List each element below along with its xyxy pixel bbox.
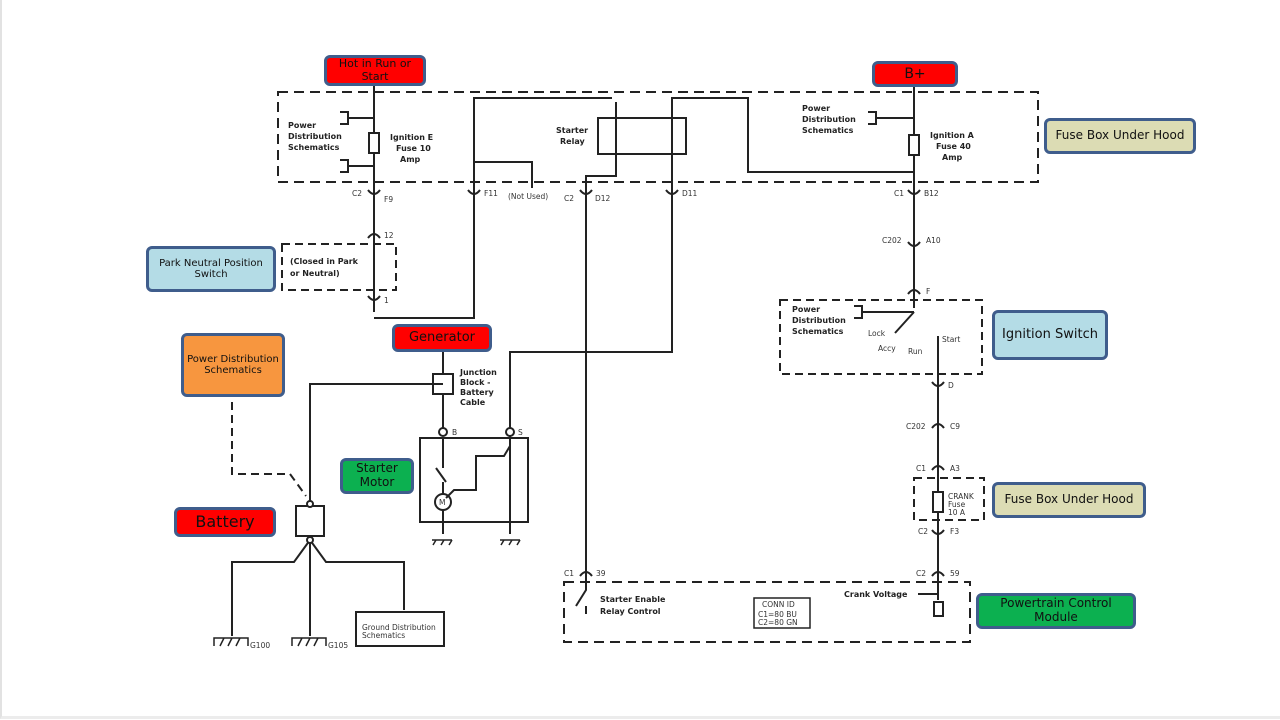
conn-label: D12 bbox=[595, 194, 611, 203]
motor-label: M bbox=[439, 498, 445, 507]
terminal-s-label: S bbox=[518, 428, 523, 437]
fuse-ign-a-icon bbox=[908, 134, 920, 156]
conn-label: A10 bbox=[926, 236, 941, 245]
conn-label: C9 bbox=[950, 422, 960, 431]
callout-power-distribution: Power Distribution Schematics bbox=[181, 333, 285, 397]
accy-label: Accy bbox=[878, 344, 896, 353]
callout-hot-in-run: Hot in Run or Start bbox=[324, 55, 426, 86]
callout-park-neutral: Park Neutral Position Switch bbox=[146, 246, 276, 292]
crank-fuse-icon bbox=[932, 491, 944, 513]
junction-block-label: Cable bbox=[460, 398, 486, 407]
junction-block-label: Block - bbox=[460, 378, 491, 387]
conn-label: F bbox=[926, 287, 930, 296]
pds2-bracket bbox=[868, 111, 914, 125]
run-label: Run bbox=[908, 347, 923, 356]
conn-label: C202 bbox=[906, 422, 926, 431]
conn-label: C1 bbox=[564, 569, 574, 578]
pds2-label: Power bbox=[802, 104, 830, 113]
conn-id-c2: C2=80 GN bbox=[758, 618, 798, 627]
pds3-label: Power bbox=[792, 305, 820, 314]
pds2-label: Schematics bbox=[802, 126, 854, 135]
ground-g105-label: G105 bbox=[328, 641, 348, 650]
conn-label: C2 bbox=[352, 189, 362, 198]
callout-b-plus: B+ bbox=[872, 61, 958, 87]
conn-label: F3 bbox=[950, 527, 959, 536]
ground-g100-label: G100 bbox=[250, 641, 270, 650]
callout-fuse-box-crank: Fuse Box Under Hood bbox=[992, 482, 1146, 518]
conn-label: C2 bbox=[916, 569, 926, 578]
pin-label: 59 bbox=[950, 569, 960, 578]
callout-generator: Generator bbox=[392, 324, 492, 352]
wire-relay-bplus bbox=[671, 97, 915, 173]
ign-a-label: Amp bbox=[942, 153, 963, 162]
conn-label: B12 bbox=[924, 189, 939, 198]
lock-label: Lock bbox=[868, 329, 886, 338]
crank-fuse-label: 10 A bbox=[948, 508, 966, 517]
crank-voltage-label: Crank Voltage bbox=[844, 590, 908, 599]
ign-e-label: Ignition E bbox=[390, 133, 433, 142]
ign-a-label: Fuse 40 bbox=[936, 142, 971, 151]
pds3-label: Schematics bbox=[792, 327, 844, 336]
pds1-bracket-bottom bbox=[340, 159, 374, 173]
callout-fuse-box-top: Fuse Box Under Hood bbox=[1044, 118, 1196, 154]
fuse-ign-e-icon bbox=[368, 132, 380, 154]
starter-motor-box bbox=[419, 437, 529, 523]
ign-a-label: Ignition A bbox=[930, 131, 975, 140]
conn-label: C1 bbox=[894, 189, 904, 198]
pns-label: (Closed in Park bbox=[290, 257, 359, 266]
start-label: Start bbox=[942, 335, 960, 344]
conn-label: C2 bbox=[564, 194, 574, 203]
relay-label: Starter bbox=[556, 126, 588, 135]
relay-label: Relay bbox=[560, 137, 585, 146]
ign-e-label: Fuse 10 bbox=[396, 144, 431, 153]
pds1-label: Distribution bbox=[288, 132, 342, 141]
junction-block-label: Battery bbox=[460, 388, 495, 397]
ground-dist-label: Schematics bbox=[362, 631, 405, 640]
starter-enable-label: Starter Enable bbox=[600, 595, 666, 604]
terminal-b-label: B bbox=[452, 428, 457, 437]
pds2-label: Distribution bbox=[802, 115, 856, 124]
conn-label: C202 bbox=[882, 236, 902, 245]
pin-label: 1 bbox=[384, 296, 389, 305]
pin-label: 39 bbox=[596, 569, 606, 578]
wire-d11 bbox=[509, 168, 673, 428]
callout-pcm: Powertrain Control Module bbox=[976, 593, 1136, 629]
pin-label: 12 bbox=[384, 231, 394, 240]
pds1-label: Power bbox=[288, 121, 316, 130]
not-used-label: (Not Used) bbox=[508, 192, 548, 201]
conn-label: F11 bbox=[484, 189, 498, 198]
callout-ignition-switch: Ignition Switch bbox=[992, 310, 1108, 360]
junction-block-label: Junction bbox=[459, 368, 497, 377]
starter-enable-label: Relay Control bbox=[600, 607, 661, 616]
ign-e-label: Amp bbox=[400, 155, 421, 164]
pds3-label: Distribution bbox=[792, 316, 846, 325]
conn-label: D bbox=[948, 381, 954, 390]
conn-label: D11 bbox=[682, 189, 698, 198]
conn-label: F9 bbox=[384, 195, 393, 204]
callout-starter-motor: Starter Motor bbox=[340, 458, 414, 494]
pds1-bracket-top bbox=[340, 111, 374, 125]
pns-label: or Neutral) bbox=[290, 269, 340, 278]
pds1-label: Schematics bbox=[288, 143, 340, 152]
conn-id-title: CONN ID bbox=[762, 600, 795, 609]
battery-symbol bbox=[295, 505, 325, 537]
wire-d12 bbox=[585, 168, 617, 570]
conn-label: C1 bbox=[916, 464, 926, 473]
callout-battery: Battery bbox=[174, 507, 276, 537]
conn-label: C2 bbox=[918, 527, 928, 536]
pns-boundary bbox=[281, 243, 397, 291]
conn-label: A3 bbox=[950, 464, 960, 473]
